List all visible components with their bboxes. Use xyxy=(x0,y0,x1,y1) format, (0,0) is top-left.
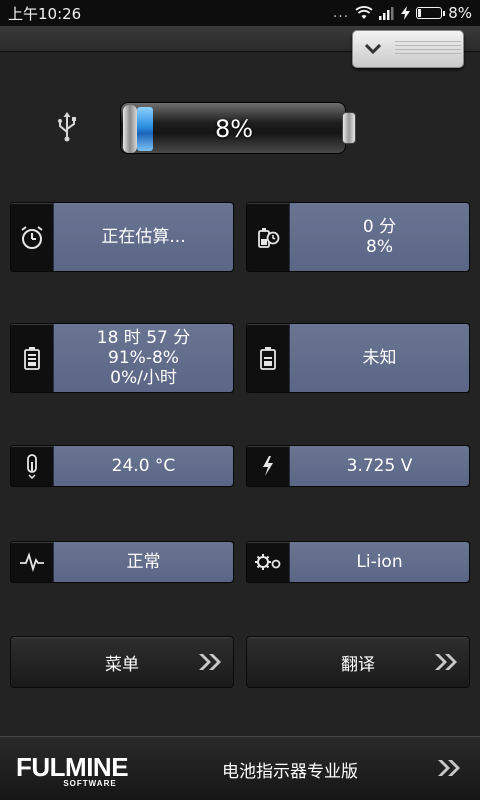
double-chevron-right-icon xyxy=(438,760,460,776)
wifi-icon xyxy=(355,6,373,19)
tile-capacity[interactable]: 未知 xyxy=(246,323,470,393)
tile-discharge-time[interactable]: 0 分 8% xyxy=(246,202,470,272)
battery-percentage: 8% xyxy=(214,115,254,143)
signal-icon xyxy=(379,6,394,20)
discharge-time-value: 0 分 8% xyxy=(289,203,469,271)
bolt-icon xyxy=(263,456,273,476)
app-title: 电池指示器专业版 xyxy=(222,761,358,782)
technology-value: Li-ion xyxy=(289,542,469,582)
status-battery-pct: 8% xyxy=(448,4,472,22)
status-icons: ... 8% xyxy=(333,4,472,22)
menu-button[interactable]: 菜单 xyxy=(10,636,234,688)
pulse-icon xyxy=(20,552,44,572)
battery-body: 8% xyxy=(120,102,346,154)
footer-banner[interactable]: FULMINE SOFTWARE 电池指示器专业版 xyxy=(0,736,480,800)
capacity-value: 未知 xyxy=(289,324,469,392)
stopwatch-icon xyxy=(21,226,43,249)
health-value: 正常 xyxy=(53,542,233,582)
translate-button[interactable]: 翻译 xyxy=(246,636,470,688)
grip-lines xyxy=(395,41,461,57)
tile-temperature[interactable]: 24.0 °C xyxy=(10,445,234,487)
battery-terminal xyxy=(342,112,356,144)
temperature-value: 24.0 °C xyxy=(53,446,233,486)
voltage-value: 3.725 V xyxy=(289,446,469,486)
double-chevron-right-icon xyxy=(435,654,457,670)
tile-history[interactable]: 18 时 57 分 91%-8% 0%/小时 xyxy=(10,323,234,393)
fulmine-logo: FULMINE SOFTWARE xyxy=(16,752,129,788)
notification-dots-icon: ... xyxy=(332,5,350,21)
history-value: 18 时 57 分 91%-8% 0%/小时 xyxy=(53,324,233,392)
status-bar: 上午10:26 ... 8% xyxy=(0,0,480,26)
battery-level-icon xyxy=(260,347,276,370)
status-time: 上午10:26 xyxy=(8,4,82,23)
status-battery-icon xyxy=(416,7,446,19)
collapse-button[interactable] xyxy=(352,30,464,68)
chevron-down-icon xyxy=(365,44,381,54)
tile-time-estimate[interactable]: 正在估算... xyxy=(10,202,234,272)
battery-charge-icon xyxy=(24,347,40,370)
thermometer-icon xyxy=(27,454,37,479)
gears-icon xyxy=(255,554,281,570)
tile-technology[interactable]: Li-ion xyxy=(246,541,470,583)
tile-voltage[interactable]: 3.725 V xyxy=(246,445,470,487)
tile-health[interactable]: 正常 xyxy=(10,541,234,583)
charging-bolt-icon xyxy=(401,6,411,20)
double-chevron-right-icon xyxy=(199,654,221,670)
battery-gauge: 8% xyxy=(120,102,356,154)
time-estimate-value: 正在估算... xyxy=(53,203,233,271)
battery-clock-icon xyxy=(258,228,280,248)
usb-icon xyxy=(58,112,76,142)
